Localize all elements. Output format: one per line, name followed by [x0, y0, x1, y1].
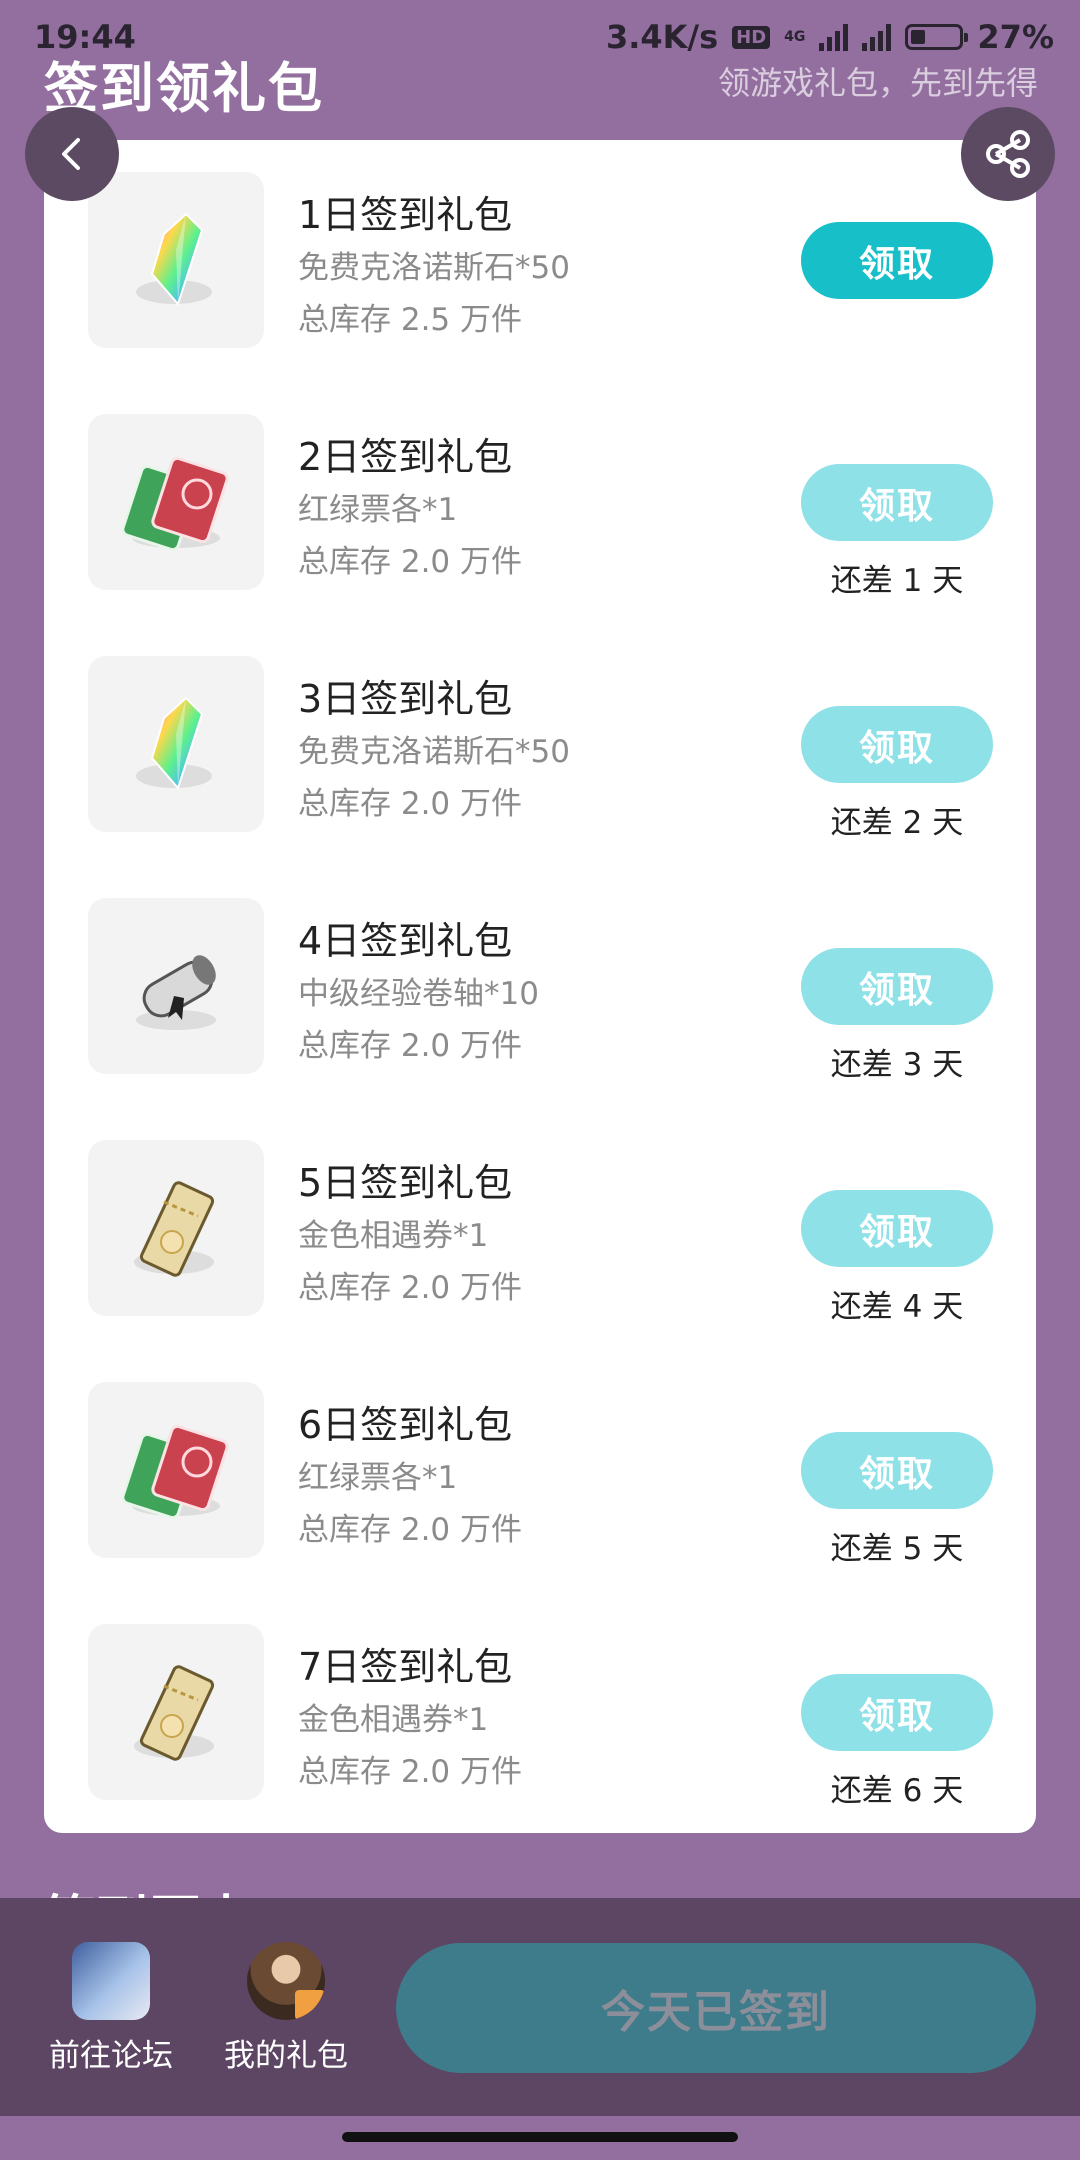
gift-row-day-5: 5日签到礼包 金色相遇券*1 总库存 2.0 万件 领取 还差 4 天 [44, 1108, 1036, 1350]
gift-row-day-2: 2日签到礼包 红绿票各*1 总库存 2.0 万件 领取 还差 1 天 [44, 382, 1036, 624]
gift-desc: 中级经验卷轴*10 [298, 976, 539, 1012]
days-remaining: 还差 4 天 [830, 1289, 964, 1325]
gift-title: 1日签到礼包 [298, 193, 513, 237]
gift-title: 3日签到礼包 [298, 677, 513, 721]
claim-button[interactable]: 领取 [801, 464, 993, 541]
status-icons: 3.4K/s HD 4G 27% [606, 18, 1054, 56]
signal-icon-2 [862, 23, 892, 51]
claim-button[interactable]: 领取 [801, 1674, 993, 1751]
forum-game-icon [72, 1942, 150, 2020]
claim-button[interactable]: 领取 [801, 706, 993, 783]
gift-desc: 免费克洛诺斯石*50 [298, 250, 570, 286]
gesture-bar [342, 2132, 738, 2142]
gift-stock: 总库存 2.0 万件 [298, 1512, 523, 1548]
hd-icon: HD [732, 25, 771, 49]
gold-ticket-icon [88, 1624, 264, 1800]
gift-stock: 总库存 2.0 万件 [298, 1028, 523, 1064]
gift-desc: 免费克洛诺斯石*50 [298, 734, 570, 770]
gift-desc: 红绿票各*1 [298, 1460, 458, 1496]
back-arrow-icon [62, 138, 80, 170]
claim-button[interactable]: 领取 [801, 948, 993, 1025]
scroll-icon [88, 898, 264, 1074]
back-button[interactable] [25, 107, 119, 201]
gift-box-icon [295, 1990, 325, 2020]
gift-title: 7日签到礼包 [298, 1645, 513, 1689]
gift-stock: 总库存 2.0 万件 [298, 1754, 523, 1790]
forum-label: 前往论坛 [49, 2038, 173, 2074]
claim-button[interactable]: 领取 [801, 1432, 993, 1509]
gift-title: 4日签到礼包 [298, 919, 513, 963]
gift-stock: 总库存 2.5 万件 [298, 302, 523, 338]
days-remaining: 还差 2 天 [830, 805, 964, 841]
claim-button[interactable]: 领取 [801, 222, 993, 299]
red-green-tickets-icon [88, 414, 264, 590]
gift-row-day-3: 3日签到礼包 免费克洛诺斯石*50 总库存 2.0 万件 领取 还差 2 天 [44, 624, 1036, 866]
red-green-tickets-icon [88, 1382, 264, 1558]
gift-row-day-4: 4日签到礼包 中级经验卷轴*10 总库存 2.0 万件 领取 还差 3 天 [44, 866, 1036, 1108]
days-remaining: 还差 3 天 [830, 1047, 964, 1083]
battery-icon [905, 24, 969, 50]
gift-title: 2日签到礼包 [298, 435, 513, 479]
my-gifts-link[interactable]: 我的礼包 [211, 1942, 361, 2075]
share-icon [986, 130, 1030, 178]
gift-list-card: 1日签到礼包 免费克洛诺斯石*50 总库存 2.5 万件 领取 2日签到礼包 红… [44, 140, 1036, 1833]
page-subtitle: 领游戏礼包，先到先得 [717, 64, 1038, 102]
signed-in-today-button[interactable]: 今天已签到 [396, 1943, 1036, 2073]
gift-stock: 总库存 2.0 万件 [298, 544, 523, 580]
gift-title: 6日签到礼包 [298, 1403, 513, 1447]
days-remaining: 还差 5 天 [830, 1531, 964, 1567]
battery-percent: 27% [977, 18, 1054, 56]
gift-row-day-7: 7日签到礼包 金色相遇券*1 总库存 2.0 万件 领取 还差 6 天 [44, 1592, 1036, 1834]
gold-ticket-icon [88, 1140, 264, 1316]
gift-avatar-icon [247, 1942, 325, 2020]
rainbow-crystal-icon [88, 656, 264, 832]
bottom-bar: 前往论坛 我的礼包 今天已签到 [0, 1898, 1080, 2116]
gift-desc: 金色相遇券*1 [298, 1218, 489, 1254]
gift-stock: 总库存 2.0 万件 [298, 1270, 523, 1306]
gift-desc: 金色相遇券*1 [298, 1702, 489, 1738]
signal-icon [819, 23, 849, 51]
my-gifts-label: 我的礼包 [224, 2038, 348, 2074]
gift-row-day-6: 6日签到礼包 红绿票各*1 总库存 2.0 万件 领取 还差 5 天 [44, 1350, 1036, 1592]
forum-link[interactable]: 前往论坛 [36, 1942, 186, 2075]
rainbow-crystal-icon [88, 172, 264, 348]
gift-stock: 总库存 2.0 万件 [298, 786, 523, 822]
share-button[interactable] [961, 107, 1055, 201]
gift-desc: 红绿票各*1 [298, 492, 458, 528]
days-remaining: 还差 6 天 [830, 1773, 964, 1809]
claim-button[interactable]: 领取 [801, 1190, 993, 1267]
network-type: 4G [784, 29, 806, 45]
net-speed: 3.4K/s [605, 18, 719, 56]
gift-title: 5日签到礼包 [298, 1161, 513, 1205]
days-remaining: 还差 1 天 [830, 563, 964, 599]
gift-row-day-1: 1日签到礼包 免费克洛诺斯石*50 总库存 2.5 万件 领取 [44, 140, 1036, 382]
